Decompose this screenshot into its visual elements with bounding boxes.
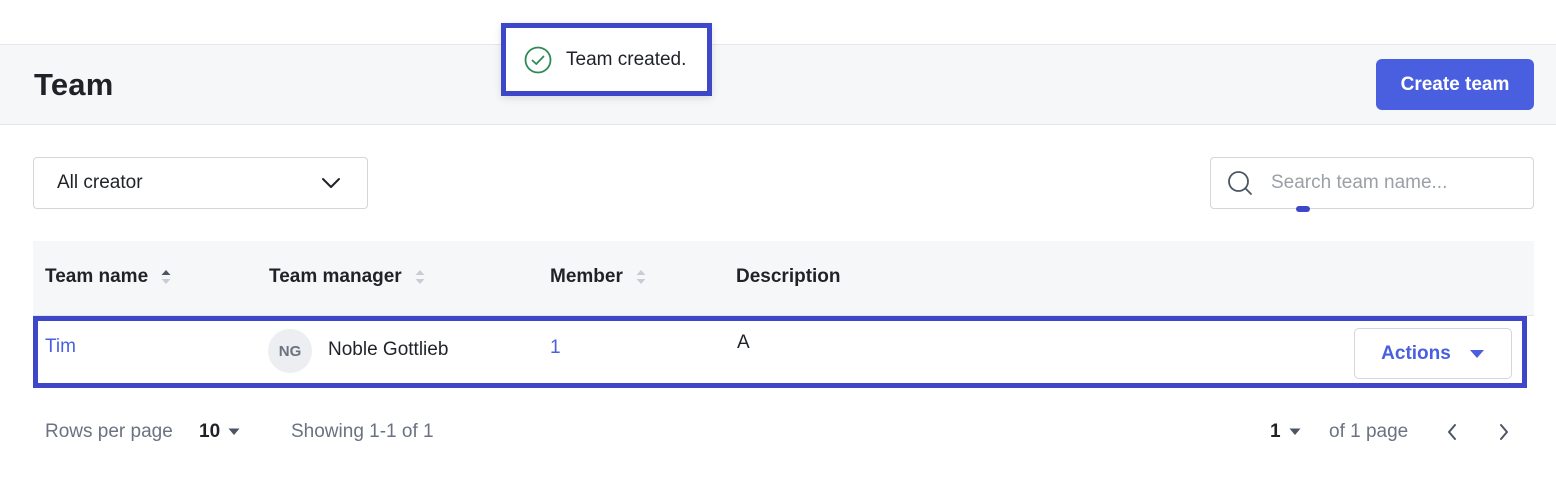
description-text: A	[737, 332, 750, 353]
avatar: NG	[268, 329, 312, 373]
creator-filter-value: All creator	[57, 172, 143, 193]
toast-notification: Team created.	[501, 23, 712, 96]
chevron-down-icon	[321, 177, 341, 189]
sort-icon	[414, 268, 426, 286]
create-team-button[interactable]: Create team	[1376, 59, 1534, 110]
caret-down-icon	[228, 428, 240, 436]
column-header-team-manager[interactable]: Team manager	[269, 266, 426, 288]
creator-filter-select[interactable]: All creator	[33, 157, 368, 209]
page-title: Team	[34, 67, 114, 102]
pagination-bar: Rows per page 10 Showing 1-1 of 1 1 of 1…	[0, 410, 1556, 454]
chevron-left-icon[interactable]	[1440, 420, 1464, 444]
search-box[interactable]	[1210, 157, 1534, 212]
toast-message: Team created.	[566, 48, 687, 70]
column-label: Team manager	[269, 266, 402, 287]
page-header: Team Create team	[0, 44, 1556, 125]
chevron-right-icon[interactable]	[1492, 420, 1516, 444]
actions-label: Actions	[1381, 342, 1451, 364]
member-count-link[interactable]: 1	[550, 337, 561, 359]
sort-icon	[160, 268, 172, 286]
rows-per-page-select[interactable]: 10	[199, 421, 240, 443]
column-header-member[interactable]: Member	[550, 266, 647, 288]
search-icon	[1227, 170, 1253, 196]
column-header-description: Description	[736, 266, 841, 288]
current-page: 1	[1270, 421, 1281, 442]
table-row: Tim NG Noble Gottlieb 1 A Actions	[33, 316, 1527, 388]
search-input[interactable]	[1271, 172, 1511, 194]
page-number-select[interactable]: 1	[1270, 421, 1301, 443]
column-header-team-name[interactable]: Team name	[45, 266, 172, 288]
caret-down-icon	[1289, 428, 1301, 436]
rows-per-page-value: 10	[199, 421, 221, 442]
caret-down-icon	[1469, 349, 1485, 359]
check-circle-icon	[524, 46, 552, 74]
showing-count: Showing 1-1 of 1	[291, 421, 434, 442]
rows-per-page-label: Rows per page	[45, 421, 173, 442]
team-name-link[interactable]: Tim	[45, 336, 76, 358]
table-header: Team name Team manager Member Descriptio…	[33, 241, 1534, 316]
column-label: Description	[736, 266, 841, 287]
focus-marker	[1296, 206, 1310, 212]
sort-icon	[635, 268, 647, 286]
column-label: Team name	[45, 266, 149, 287]
total-pages: of 1 page	[1329, 421, 1409, 442]
actions-button[interactable]: Actions	[1354, 328, 1512, 379]
manager-name: Noble Gottlieb	[328, 339, 449, 360]
column-label: Member	[550, 266, 623, 287]
